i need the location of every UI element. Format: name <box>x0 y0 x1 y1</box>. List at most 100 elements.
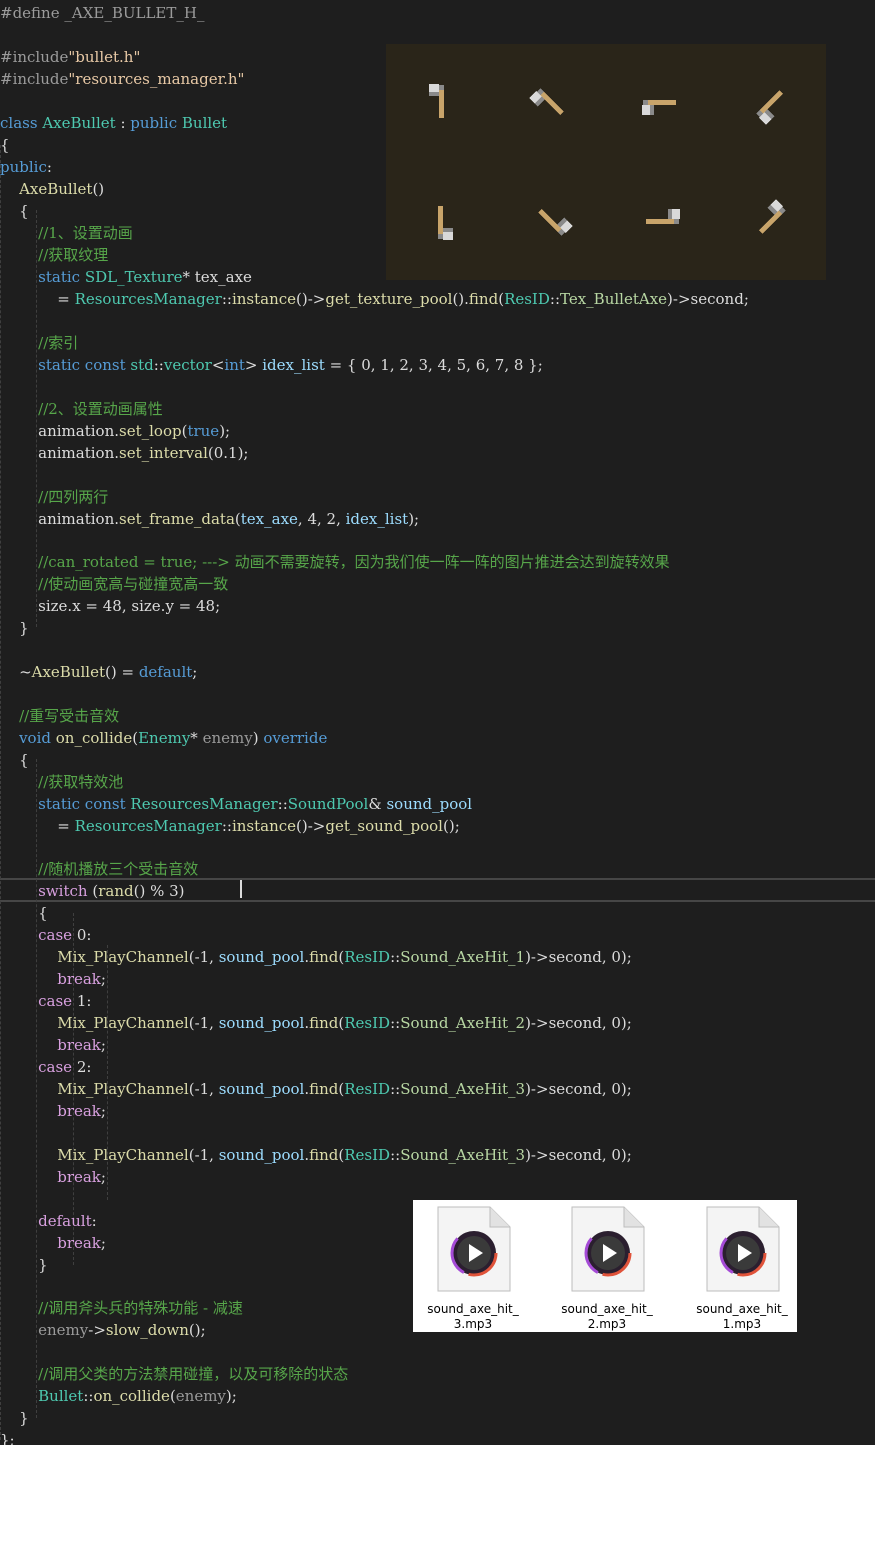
code-token: } <box>0 1409 29 1427</box>
code-token: ; <box>100 970 106 988</box>
code-token: AxeBullet <box>0 180 93 198</box>
code-line: animation.set_interval(0.1); <box>0 442 248 464</box>
code-line: break; <box>0 1166 106 1188</box>
code-line: //2、设置动画属性 <box>0 398 163 420</box>
code-token: //获取纹理 <box>0 246 109 264</box>
code-token: * <box>190 729 203 747</box>
code-token: 0: <box>76 926 92 944</box>
code-line: = ResourcesManager::instance()->get_text… <box>0 288 749 310</box>
code-token: = { 0, 1, 2, 3, 4, 5, 6, 7, 8 }; <box>324 356 543 374</box>
code-token: true <box>187 422 220 440</box>
code-line: switch (rand() % 3) <box>0 880 184 902</box>
code-token: find <box>309 1080 339 1098</box>
code-token: second <box>548 1014 602 1032</box>
code-token: break <box>0 1168 101 1186</box>
axe-sprite-sheet <box>386 44 826 280</box>
code-line: { <box>0 902 48 924</box>
code-token: find <box>309 1014 339 1032</box>
code-token: ); <box>225 1387 237 1405</box>
code-token: Enemy <box>138 729 191 747</box>
code-token: ResID <box>344 1014 391 1032</box>
code-token: switch <box>0 882 93 900</box>
axe-frame-8-icon <box>744 194 798 248</box>
code-token: on_collide <box>55 729 133 747</box>
code-token: )-> <box>525 948 549 966</box>
code-token: , 0); <box>601 1146 632 1164</box>
code-token: second <box>690 290 744 308</box>
axe-frame-1-icon <box>414 76 468 130</box>
code-token: (-1, <box>188 1014 219 1032</box>
code-token: set_interval <box>119 444 208 462</box>
code-token: break <box>0 1102 101 1120</box>
code-token: :: <box>390 1080 401 1098</box>
axe-frame-3-icon <box>634 76 688 130</box>
code-editor[interactable]: #define _AXE_BULLET_H_ #include "bullet.h"… <box>0 0 875 1445</box>
code-line: AxeBullet() <box>0 178 104 200</box>
code-token: ResID <box>344 1146 391 1164</box>
code-token: : <box>91 1212 97 1230</box>
code-token: #define _AXE_BULLET_H_ <box>0 4 205 22</box>
code-line: Mix_PlayChannel(-1, sound_pool.find(ResI… <box>0 1144 632 1166</box>
code-line: enemy->slow_down(); <box>0 1319 206 1341</box>
code-token: sound_pool <box>218 1080 305 1098</box>
code-token: }; <box>0 1431 15 1445</box>
sound-file-item[interactable]: sound_axe_hit_ 1.mp3 <box>687 1206 797 1331</box>
axe-frame-2-icon <box>524 76 578 130</box>
code-token: "bullet.h" <box>68 48 141 66</box>
code-line: //索引 <box>0 332 78 354</box>
code-token: sound_pool <box>386 795 473 813</box>
code-token: ResID <box>504 290 550 308</box>
code-line: Bullet::on_collide(enemy); <box>0 1385 237 1407</box>
code-token: ; <box>192 663 198 681</box>
code-token: //重写受击音效 <box>0 707 120 725</box>
code-token: sound_pool <box>218 1014 305 1032</box>
code-line: //调用斧头兵的特殊功能 - 减速 <box>0 1297 243 1319</box>
code-line: case 2: <box>0 1056 91 1078</box>
code-line: ~AxeBullet() = default; <box>0 661 197 683</box>
code-token: { <box>0 136 10 154</box>
code-token: //调用斧头兵的特殊功能 - 减速 <box>0 1299 243 1317</box>
code-line: //重写受击音效 <box>0 705 119 727</box>
code-token: :: <box>153 356 164 374</box>
code-line: //使动画宽高与碰撞宽高一致 <box>0 573 228 595</box>
code-line: { <box>0 749 29 771</box>
code-token: AxeBullet <box>42 114 121 132</box>
code-token: ~ <box>0 663 32 681</box>
code-token: : <box>46 158 52 176</box>
code-token: ; <box>100 1168 106 1186</box>
code-token: )-> <box>525 1146 549 1164</box>
code-line: #define _AXE_BULLET_H_ <box>0 2 204 24</box>
code-token: //使动画宽高与碰撞宽高一致 <box>0 575 229 593</box>
code-token: #include <box>0 70 69 88</box>
code-token: //四列两行 <box>0 488 109 506</box>
sound-file-item[interactable]: sound_axe_hit_ 2.mp3 <box>552 1206 662 1331</box>
code-line: break; <box>0 1034 106 1056</box>
code-line: case 1: <box>0 990 91 1012</box>
code-token: case <box>0 1058 77 1076</box>
code-token: ResourcesManager <box>130 795 278 813</box>
code-token: :: <box>83 1387 94 1405</box>
code-token: void <box>0 729 56 747</box>
code-token: () <box>92 180 105 198</box>
code-token: static <box>0 268 85 286</box>
code-token: //获取特效池 <box>0 773 124 791</box>
code-token: .y = 48; <box>160 597 221 615</box>
code-token: vector <box>163 356 212 374</box>
code-token: ()-> <box>296 817 326 835</box>
code-token: idex_list <box>345 510 409 528</box>
code-token: ; <box>743 290 749 308</box>
code-token: break <box>0 970 101 988</box>
code-token: ; <box>100 1036 106 1054</box>
code-line: //获取特效池 <box>0 771 123 793</box>
code-line: static const ResourcesManager::SoundPool… <box>0 793 472 815</box>
axe-frame-6-icon <box>524 194 578 248</box>
code-token: (); <box>188 1321 206 1339</box>
code-token: //随机播放三个受击音效 <box>0 860 199 878</box>
code-line: //四列两行 <box>0 486 108 508</box>
code-token: Mix_PlayChannel <box>0 1014 189 1032</box>
code-line: { <box>0 134 10 156</box>
code-token: second <box>548 1146 602 1164</box>
code-token: 1: <box>76 992 92 1010</box>
code-token: idex_list <box>262 356 325 374</box>
sound-file-item[interactable]: sound_axe_hit_ 3.mp3 <box>418 1206 528 1331</box>
